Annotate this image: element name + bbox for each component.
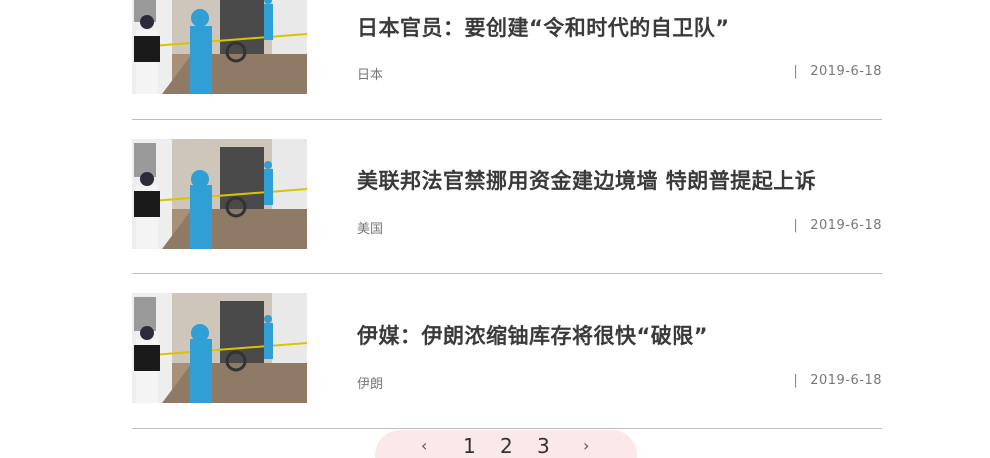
pagination: ‹ 1 2 3 › [375, 430, 637, 458]
page-3-link[interactable]: 3 [537, 434, 550, 458]
news-meta: | 2019-6-18 [793, 64, 882, 79]
news-date: 2019-6-18 [810, 64, 882, 79]
divider [132, 119, 882, 120]
news-item[interactable]: 伊媒：伊朗浓缩铀库存将很快“破限” 伊朗 | 2019-6-18 [132, 293, 882, 403]
news-item[interactable]: 美联邦法官禁挪用资金建边境墙 特朗普提起上诉 美国 | 2019-6-18 [132, 139, 882, 249]
page-1-link[interactable]: 1 [463, 434, 476, 458]
news-category[interactable]: 伊朗 [357, 373, 383, 392]
news-category[interactable]: 日本 [357, 64, 383, 83]
page-2-link[interactable]: 2 [500, 434, 513, 458]
date-separator: | [793, 218, 799, 233]
news-meta: | 2019-6-18 [793, 373, 882, 388]
news-item[interactable]: 日本官员：要创建“令和时代的自卫队” 日本 | 2019-6-18 [132, 0, 882, 94]
news-thumbnail-image[interactable] [132, 0, 307, 94]
news-title[interactable]: 日本官员：要创建“令和时代的自卫队” [357, 12, 882, 42]
news-meta: | 2019-6-18 [793, 218, 882, 233]
date-separator: | [793, 373, 799, 388]
news-date: 2019-6-18 [810, 218, 882, 233]
news-date: 2019-6-18 [810, 373, 882, 388]
prev-page-button[interactable]: ‹ [421, 436, 427, 455]
divider [132, 273, 882, 274]
news-thumbnail-image[interactable] [132, 139, 307, 249]
news-thumbnail-image[interactable] [132, 293, 307, 403]
news-category[interactable]: 美国 [357, 218, 383, 237]
divider [132, 428, 882, 429]
news-title[interactable]: 美联邦法官禁挪用资金建边境墙 特朗普提起上诉 [357, 165, 882, 195]
next-page-button[interactable]: › [583, 436, 589, 455]
news-list-page: 日本官员：要创建“令和时代的自卫队” 日本 | 2019-6-18 美联邦法官禁… [0, 0, 990, 458]
date-separator: | [793, 64, 799, 79]
news-title[interactable]: 伊媒：伊朗浓缩铀库存将很快“破限” [357, 320, 882, 350]
